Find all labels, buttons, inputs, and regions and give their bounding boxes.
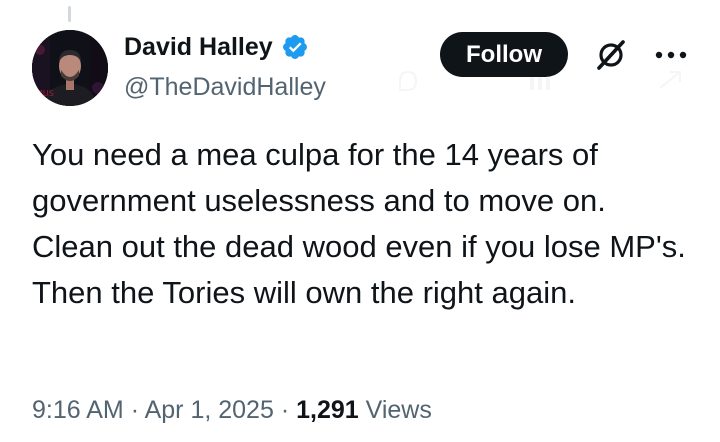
grok-icon[interactable]: [594, 38, 628, 72]
avatar-image: MUS: [32, 30, 108, 106]
verified-badge-icon[interactable]: [281, 33, 309, 61]
svg-text:MUS: MUS: [36, 89, 54, 98]
views-label: Views: [365, 396, 432, 424]
tweet-text: You need a mea culpa for the 14 years of…: [32, 137, 686, 310]
more-options-icon[interactable]: [654, 44, 688, 66]
meta-separator: ·: [130, 396, 140, 424]
author-display-name[interactable]: David Halley: [124, 30, 273, 64]
thread-connector-line: [68, 6, 71, 22]
tweet-date[interactable]: Apr 1, 2025: [145, 396, 274, 424]
meta-separator: ·: [280, 396, 290, 424]
tweet-time[interactable]: 9:16 AM: [32, 396, 124, 424]
tweet-meta: 9:16 AM · Apr 1, 2025 · 1,291 Views: [32, 392, 432, 428]
avatar[interactable]: MUS: [32, 30, 108, 106]
author-name-row: David Halley: [124, 30, 309, 64]
views-count: 1,291: [296, 396, 359, 424]
author-handle[interactable]: @TheDavidHalley: [124, 70, 326, 104]
follow-button[interactable]: Follow: [440, 32, 568, 77]
